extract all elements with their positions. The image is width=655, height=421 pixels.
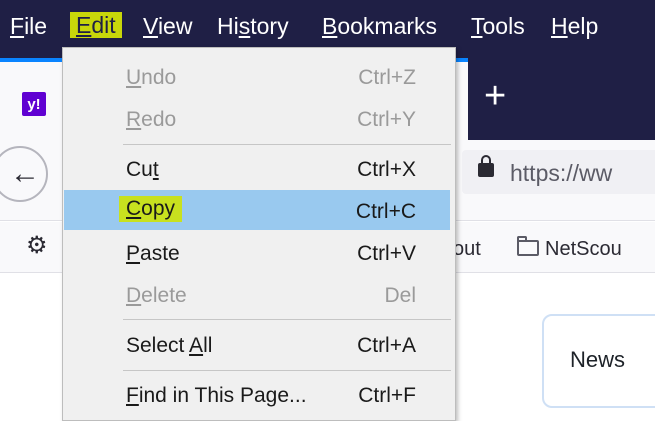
yahoo-favicon-icon: y! (22, 92, 46, 116)
menu-help-label: elp (567, 13, 599, 39)
menu-item-label: Copy (119, 196, 183, 222)
menu-edit-label: dit (91, 12, 116, 38)
new-tab-button[interactable]: + (484, 76, 506, 116)
menubar: File Edit View History Bookmarks Tools H… (0, 0, 655, 50)
menu-item-copy[interactable]: Copy Ctrl+C (64, 190, 450, 230)
news-label: News (570, 347, 626, 372)
menu-separator (123, 319, 451, 320)
menu-bookmarks[interactable]: Bookmarks (322, 13, 437, 39)
menu-view[interactable]: View (143, 13, 192, 39)
menu-item-label: Redo (126, 108, 177, 131)
menu-separator (123, 370, 451, 371)
menu-item-paste[interactable]: Paste Ctrl+V (64, 234, 450, 272)
menu-item-select-all[interactable]: Select All Ctrl+A (64, 326, 450, 364)
menu-file[interactable]: File (10, 13, 47, 39)
menu-item-label: Cut (126, 158, 159, 181)
menu-item-label: Find in This Page... (126, 384, 307, 407)
lock-icon (478, 155, 494, 177)
menu-item-label: Delete (126, 284, 187, 307)
menu-item-find-in-page[interactable]: Find in This Page... Ctrl+F (64, 376, 450, 414)
menu-item-undo[interactable]: Undo Ctrl+Z (64, 58, 450, 96)
menu-item-shortcut: Del (384, 284, 416, 307)
menu-view-key: V (143, 13, 158, 39)
folder-icon (517, 236, 539, 256)
menu-item-shortcut: Ctrl+F (358, 384, 416, 407)
gear-icon[interactable]: ⚙ (26, 234, 48, 258)
menu-item-label: Paste (126, 242, 180, 265)
menu-tools-key: T (471, 13, 483, 39)
menu-item-label: Undo (126, 66, 177, 89)
menu-file-key: F (10, 13, 25, 39)
menu-item-redo[interactable]: Redo Ctrl+Y (64, 100, 450, 138)
menu-history-pre: Hi (217, 13, 239, 39)
menu-separator (123, 144, 451, 145)
menu-item-shortcut: Ctrl+Z (358, 66, 416, 89)
menu-history[interactable]: History (217, 13, 289, 39)
back-arrow-icon: ← (10, 157, 40, 190)
menu-bookmarks-key: B (322, 13, 338, 39)
menu-tools[interactable]: Tools (471, 13, 525, 39)
menu-file-label: ile (24, 13, 48, 39)
bookmark-folder-netscout[interactable]: NetScou (545, 238, 622, 261)
menu-item-label: Select All (126, 334, 213, 357)
menu-edit-key: E (76, 12, 92, 38)
menu-history-label: tory (250, 13, 289, 39)
bookmark-item[interactable]: out (453, 238, 481, 261)
menu-item-shortcut: Ctrl+Y (357, 108, 416, 131)
url-text[interactable]: https://ww (510, 160, 612, 187)
menu-item-shortcut: Ctrl+A (357, 334, 416, 357)
menu-item-shortcut: Ctrl+V (357, 242, 416, 265)
menu-bookmarks-label: ookmarks (337, 13, 438, 39)
menu-item-cut[interactable]: Cut Ctrl+X (64, 150, 450, 188)
menu-item-shortcut: Ctrl+C (355, 200, 416, 223)
menu-help-key: H (551, 13, 568, 39)
menu-help[interactable]: Help (551, 13, 598, 39)
menu-edit[interactable]: Edit (70, 12, 122, 38)
menu-view-label: iew (157, 13, 193, 39)
edit-menu: Undo Ctrl+Z Redo Ctrl+Y Cut Ctrl+X Copy … (62, 47, 456, 421)
menu-tools-label: ools (482, 13, 525, 39)
menu-item-delete[interactable]: Delete Del (64, 276, 450, 314)
menu-item-shortcut: Ctrl+X (357, 158, 416, 181)
menu-history-key: s (238, 13, 251, 39)
